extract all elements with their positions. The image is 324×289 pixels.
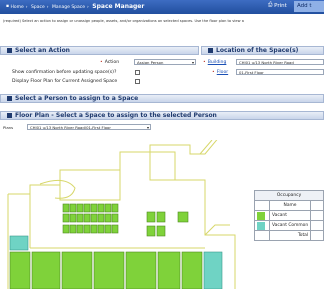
space-cell[interactable] [104,224,112,234]
chevron-down-icon: ▾ [146,125,149,130]
count-cell [310,210,324,221]
space-cell[interactable] [97,203,105,213]
collapse-icon[interactable] [7,48,12,53]
space-cell[interactable] [97,224,105,234]
collapse-icon[interactable] [7,113,12,118]
space-cell[interactable] [83,203,91,213]
confirm-label: Show confirmation before updating space(… [12,70,117,75]
space-room[interactable] [93,251,125,289]
print-label: Print [274,3,287,9]
occupancy-row-name: Vacant [268,210,312,221]
table-row[interactable]: Vacant Common [254,220,324,231]
breadcrumb-home[interactable]: Home [11,5,24,10]
space-cell[interactable] [62,224,70,234]
location-section-title: Location of the Space(s) [216,47,299,54]
space-cell[interactable] [76,213,84,223]
space-common-room[interactable] [9,235,29,251]
vacant-swatch [257,211,265,220]
space-cell[interactable] [156,211,166,223]
space-cell[interactable] [69,203,77,213]
space-cell[interactable] [146,211,156,223]
action-label: • Action [100,60,120,65]
count-header [310,200,324,211]
space-room[interactable] [157,251,181,289]
space-cell[interactable] [111,224,119,234]
swatch-cell [254,220,270,231]
building-field[interactable]: CHI01 u/13 North River Road [236,59,324,65]
app-header: ▪ Home › Space › Manage Space › Space Manag… [0,0,324,14]
view-label: Plans [3,125,14,130]
floor-label: • Floor [212,70,229,75]
action-select[interactable]: Assign Person ▾ [134,59,196,65]
floorplan-section-header[interactable]: Floor Plan - Select a Space to assign to… [0,111,324,120]
collapse-icon[interactable] [7,96,12,101]
space-cell[interactable] [69,213,77,223]
space-room[interactable] [61,251,93,289]
space-cell[interactable] [90,213,98,223]
space-cell[interactable] [111,203,119,213]
action-section-header[interactable]: Select an Action [0,46,199,55]
count-cell [310,230,324,241]
space-cell[interactable] [146,225,156,237]
space-cell[interactable] [83,213,91,223]
chevron-down-icon: ▾ [191,60,194,65]
space-room[interactable] [125,251,157,289]
space-cell[interactable] [83,224,91,234]
action-select-value: Assign Person [137,60,164,65]
swatch-cell [254,210,270,221]
add-label: Add t [297,3,312,9]
space-cell[interactable] [62,203,70,213]
occupancy-total-label: Total [268,230,312,241]
occupancy-col-name: Name [268,200,312,211]
space-cell[interactable] [76,224,84,234]
breadcrumb-manage-space[interactable]: Manage Space [52,5,85,10]
table-row: Total [254,230,324,241]
space-cell[interactable] [90,203,98,213]
floor-plan[interactable] [0,140,250,289]
space-room[interactable] [31,251,61,289]
space-cell[interactable] [104,213,112,223]
display-plan-checkbox[interactable] [135,79,140,84]
space-cell[interactable] [177,211,189,223]
space-room[interactable] [9,251,31,289]
view-select-value: CHI01 u/13 North River Road/01-First Flo… [30,125,111,130]
confirm-checkbox[interactable] [135,70,140,75]
space-cell[interactable] [97,213,105,223]
action-section-title: Select an Action [15,47,70,54]
page-title: Space Manager [92,3,145,10]
print-button[interactable]: ⎙ Print [268,2,287,9]
space-cell[interactable] [104,203,112,213]
vacant-common-swatch [257,221,265,230]
floor-field[interactable]: 01-First Floor [236,69,324,75]
occupancy-title: Occupancy [254,190,324,201]
space-common-room[interactable] [203,251,223,289]
view-select[interactable]: CHI01 u/13 North River Road/01-First Flo… [27,124,151,130]
space-cell[interactable] [62,213,70,223]
space-cell[interactable] [76,203,84,213]
occupancy-table: Occupancy Name Vacant Vacant Common Tota… [254,190,324,241]
breadcrumb: ▪ Home › Space › Manage Space › Space Manag… [6,3,145,10]
empty-cell [254,230,270,241]
collapse-icon[interactable] [208,48,213,53]
space-cell[interactable] [111,213,119,223]
building-label: • Building [203,60,227,65]
space-cell[interactable] [156,225,166,237]
instructions-text: (required) Select an action to assign or… [3,19,244,23]
add-button[interactable]: Add t [294,1,324,12]
display-plan-label: Display Floor Plan for Current Assigned … [12,79,118,84]
person-section-header[interactable]: Select a Person to assign to a Space [0,94,324,103]
table-row[interactable]: Vacant [254,210,324,221]
print-icon: ⎙ [268,2,273,8]
home-icon[interactable]: ▪ [6,4,9,9]
floorplan-section-title: Floor Plan - Select a Space to assign to… [15,112,217,119]
person-section-title: Select a Person to assign to a Space [15,95,139,102]
space-room[interactable] [181,251,203,289]
swatch-header [254,200,270,211]
location-section-header[interactable]: Location of the Space(s) [201,46,324,55]
space-cell[interactable] [69,224,77,234]
breadcrumb-space[interactable]: Space [31,5,45,10]
space-cell[interactable] [90,224,98,234]
count-cell [310,220,324,231]
occupancy-row-name: Vacant Common [268,220,312,231]
